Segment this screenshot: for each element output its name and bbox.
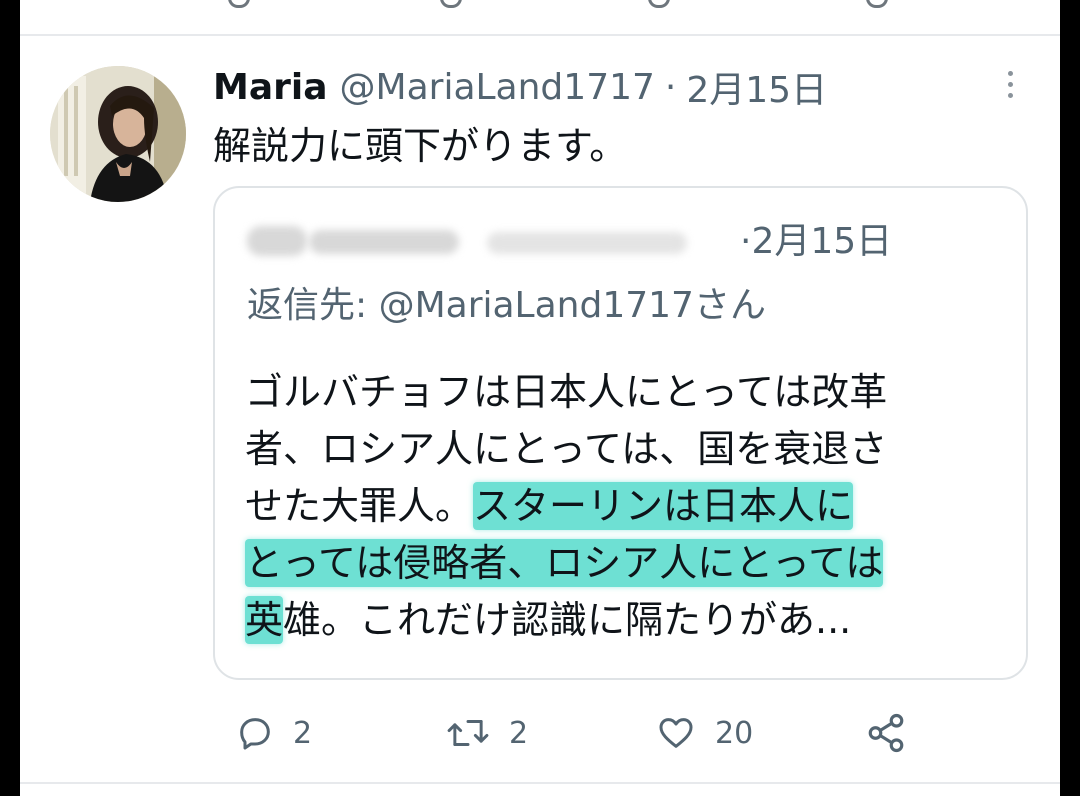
- highlight-marker: とっては侵略者、ロシア人にとっては: [245, 539, 884, 587]
- author-handle[interactable]: @MariaLand1717: [340, 67, 655, 108]
- quoted-line: ゴルバチョフは日本人にとっては改革: [245, 370, 888, 414]
- reply-icon: [240, 718, 270, 750]
- retweet-button[interactable]: 2: [445, 708, 528, 758]
- quoted-tweet-date[interactable]: ·2月15日: [740, 218, 892, 266]
- quoted-line: 英雄。これだけ認識に隔たりがあ...: [245, 596, 852, 644]
- share-button[interactable]: [865, 708, 907, 758]
- tweet-divider-top: [20, 34, 1060, 36]
- quoted-tweet-card[interactable]: ·2月15日 返信先: @MariaLand1717さん ゴルバチョフは日本人に…: [213, 186, 1028, 680]
- quoted-line: せた大罪人。スターリンは日本人に: [245, 482, 854, 530]
- author-name[interactable]: Maria: [213, 67, 328, 108]
- retweet-icon[interactable]: [440, 0, 462, 8]
- like-icon: [659, 718, 693, 748]
- tweet-text: 解説力に頭下がります。: [213, 124, 628, 168]
- more-icon[interactable]: [998, 66, 1022, 102]
- quoted-author-redacted: [247, 218, 717, 266]
- reply-button[interactable]: 2: [235, 708, 312, 758]
- like-icon[interactable]: [648, 0, 670, 8]
- retweet-count: 2: [509, 715, 529, 751]
- reply-icon[interactable]: [228, 0, 250, 8]
- quoted-line: 者、ロシア人にとっては、国を衰退さ: [245, 427, 888, 471]
- tweet-date[interactable]: 2月15日: [686, 61, 827, 113]
- share-icon[interactable]: [866, 0, 888, 8]
- highlight-marker: 英: [245, 596, 284, 644]
- previous-tweet-actions: [20, 0, 1060, 14]
- header-separator: ·: [664, 66, 677, 108]
- reply-to-label: 返信先: @MariaLand1717さん: [247, 285, 766, 326]
- tweet-page: Maria @MariaLand1717 · 2月15日 解説力に頭下がります。…: [20, 0, 1060, 796]
- tweet-actions: 2 2 20: [213, 708, 1033, 758]
- highlight-marker: スターリンは日本人に: [473, 482, 854, 530]
- like-count: 20: [715, 715, 754, 751]
- share-icon: [868, 713, 904, 753]
- quoted-line: とっては侵略者、ロシア人にとっては: [245, 535, 1005, 592]
- reply-count: 2: [293, 715, 313, 751]
- tweet-header: Maria @MariaLand1717 · 2月15日: [213, 62, 827, 112]
- avatar[interactable]: [50, 66, 186, 202]
- like-button[interactable]: 20: [655, 708, 753, 758]
- retweet-icon: [447, 720, 489, 746]
- quoted-tweet-text: ゴルバチョフは日本人にとっては改革 者、ロシア人にとっては、国を衰退さ せた大罪…: [245, 364, 1005, 649]
- tweet-divider-bottom: [20, 782, 1060, 784]
